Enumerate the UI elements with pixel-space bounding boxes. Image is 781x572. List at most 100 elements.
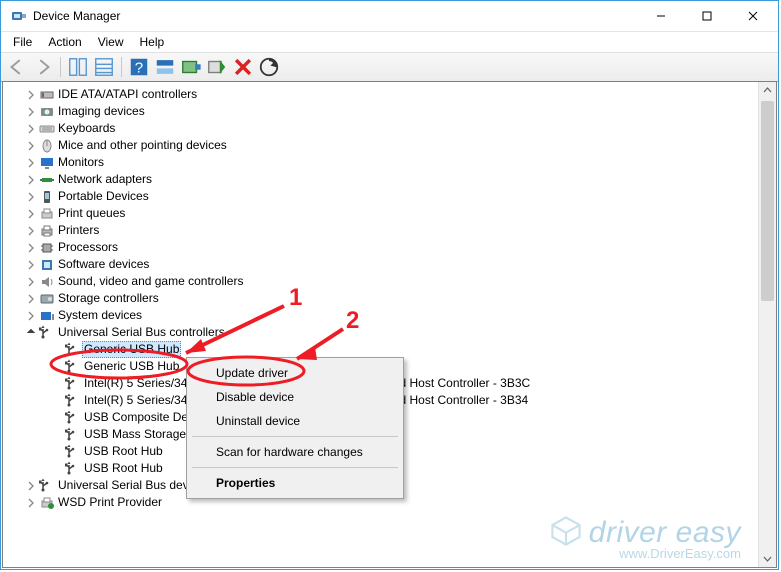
title-bar: Device Manager <box>1 1 778 32</box>
tree-category-label: Software devices <box>58 257 149 272</box>
usb-icon <box>65 427 81 443</box>
expand-arrow-icon[interactable] <box>25 480 37 492</box>
imaging-icon <box>39 104 55 120</box>
toolbar-help-button[interactable]: ? <box>127 55 151 79</box>
sound-icon <box>39 274 55 290</box>
ctx-update-driver[interactable]: Update driver <box>190 361 400 385</box>
tree-category[interactable]: Sound, video and game controllers <box>3 273 759 290</box>
usb-icon <box>65 393 81 409</box>
tree-panel: IDE ATA/ATAPI controllersImaging devices… <box>2 81 777 568</box>
tree-category-label: IDE ATA/ATAPI controllers <box>58 87 197 102</box>
expand-arrow-icon[interactable] <box>25 157 37 169</box>
tree-device-label: USB Root Hub <box>84 444 163 459</box>
tree-device-label: USB Root Hub <box>84 461 163 476</box>
printer-icon <box>39 223 55 239</box>
ctx-scan-hardware[interactable]: Scan for hardware changes <box>190 440 400 464</box>
tree-category[interactable]: Keyboards <box>3 120 759 137</box>
expand-arrow-icon[interactable] <box>25 208 37 220</box>
tree-category-label: Storage controllers <box>58 291 159 306</box>
toolbar-enable-button[interactable] <box>205 55 229 79</box>
tree-category[interactable]: Imaging devices <box>3 103 759 120</box>
toolbar-separator <box>60 57 61 77</box>
tree-category[interactable]: Printers <box>3 222 759 239</box>
tree-category[interactable]: Mice and other pointing devices <box>3 137 759 154</box>
tree-category-label: Sound, video and game controllers <box>58 274 243 289</box>
tree-category[interactable]: Print queues <box>3 205 759 222</box>
monitor-icon <box>39 155 55 171</box>
expand-arrow-icon[interactable] <box>25 191 37 203</box>
usb-icon <box>65 461 81 477</box>
tree-category[interactable]: Network adapters <box>3 171 759 188</box>
tree-category-label: Print queues <box>58 206 125 221</box>
toolbar: ? <box>1 52 778 82</box>
tree-category-label: Universal Serial Bus controllers <box>58 325 225 340</box>
watermark: driver easy www.DriverEasy.com <box>549 514 741 561</box>
minimize-button[interactable] <box>638 1 684 31</box>
expand-arrow-icon[interactable] <box>25 123 37 135</box>
usb-icon <box>65 410 81 426</box>
expand-arrow-icon[interactable] <box>25 310 37 322</box>
menu-action[interactable]: Action <box>40 33 89 51</box>
expand-arrow-icon[interactable] <box>25 140 37 152</box>
keyboard-icon <box>39 121 55 137</box>
menu-bar: File Action View Help <box>1 32 778 52</box>
ide-icon <box>39 87 55 103</box>
tree-category[interactable]: System devices <box>3 307 759 324</box>
toolbar-back-button[interactable] <box>5 55 29 79</box>
tree-category-label: Printers <box>58 223 99 238</box>
tree-device-label: Generic USB Hub <box>84 359 179 374</box>
ctx-separator <box>192 467 398 468</box>
expand-arrow-icon[interactable] <box>25 242 37 254</box>
toolbar-scan-button[interactable] <box>257 55 281 79</box>
tree-category-label: System devices <box>58 308 142 323</box>
tree-category-label: WSD Print Provider <box>58 495 162 510</box>
expand-arrow-icon[interactable] <box>25 293 37 305</box>
tree-category[interactable]: Portable Devices <box>3 188 759 205</box>
expand-arrow-icon[interactable] <box>25 106 37 118</box>
expand-arrow-icon[interactable] <box>25 89 37 101</box>
collapse-arrow-icon[interactable] <box>25 327 37 339</box>
menu-help[interactable]: Help <box>132 33 173 51</box>
vertical-scrollbar[interactable] <box>758 82 776 567</box>
ctx-disable-device[interactable]: Disable device <box>190 385 400 409</box>
expand-arrow-icon[interactable] <box>25 497 37 509</box>
system-icon <box>39 308 55 324</box>
tree-category[interactable]: Monitors <box>3 154 759 171</box>
watermark-url: www.DriverEasy.com <box>549 546 741 561</box>
ctx-properties[interactable]: Properties <box>190 471 400 495</box>
menu-file[interactable]: File <box>5 33 40 51</box>
toolbar-show-console-button[interactable] <box>66 55 90 79</box>
toolbar-properties-button[interactable] <box>92 55 116 79</box>
toolbar-update-driver-button[interactable] <box>179 55 203 79</box>
scroll-up-button[interactable] <box>759 82 776 99</box>
tree-category-label: Portable Devices <box>58 189 149 204</box>
expand-arrow-icon[interactable] <box>25 174 37 186</box>
watermark-brand: driver easy <box>549 514 741 550</box>
window-title: Device Manager <box>33 9 120 23</box>
toolbar-separator <box>121 57 122 77</box>
tree-category-usb-controllers[interactable]: Universal Serial Bus controllers <box>3 324 759 341</box>
expand-arrow-icon[interactable] <box>25 259 37 271</box>
svg-text:?: ? <box>135 60 143 77</box>
ctx-uninstall-device[interactable]: Uninstall device <box>190 409 400 433</box>
expand-arrow-icon[interactable] <box>25 225 37 237</box>
tree-device[interactable]: Generic USB Hub <box>3 341 759 358</box>
close-button[interactable] <box>730 1 776 31</box>
toolbar-forward-button[interactable] <box>31 55 55 79</box>
tree-category[interactable]: Software devices <box>3 256 759 273</box>
usb-icon <box>65 359 81 375</box>
mouse-icon <box>39 138 55 154</box>
maximize-button[interactable] <box>684 1 730 31</box>
scroll-thumb[interactable] <box>761 101 774 301</box>
scroll-down-button[interactable] <box>759 550 776 567</box>
tree-category[interactable]: Storage controllers <box>3 290 759 307</box>
toolbar-action-button[interactable] <box>153 55 177 79</box>
tree-category[interactable]: IDE ATA/ATAPI controllers <box>3 86 759 103</box>
tree-category-label: Monitors <box>58 155 104 170</box>
toolbar-uninstall-button[interactable] <box>231 55 255 79</box>
menu-view[interactable]: View <box>90 33 132 51</box>
expand-arrow-icon[interactable] <box>25 276 37 288</box>
usb-icon <box>65 342 81 358</box>
tree-category[interactable]: Processors <box>3 239 759 256</box>
tree-category-label: Processors <box>58 240 118 255</box>
